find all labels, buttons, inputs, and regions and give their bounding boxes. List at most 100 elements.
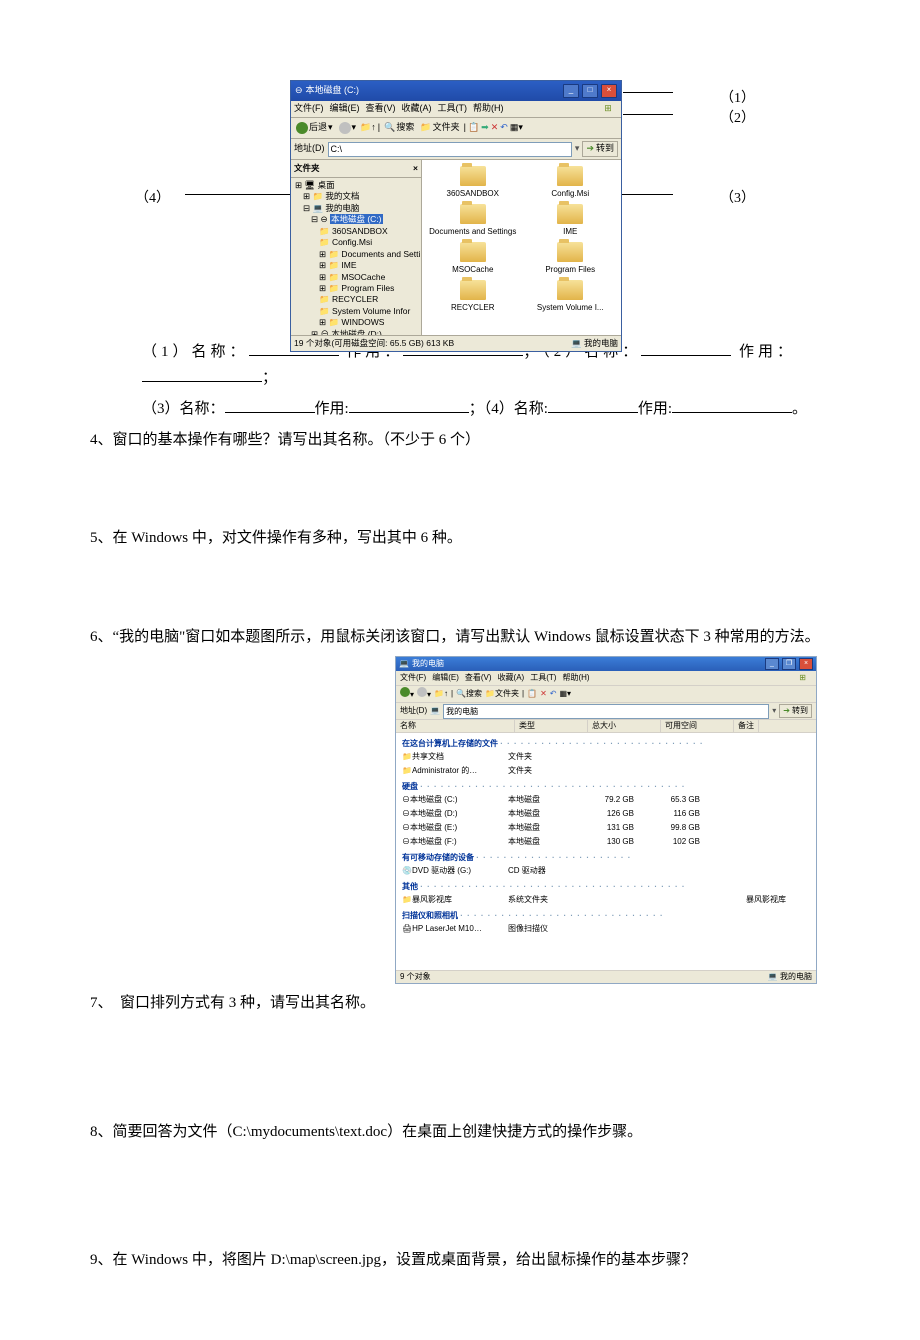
folders-panel: 文件夹 × ⊞ 🖥 桌面⊞ 📁 我的文档⊟ 💻 我的电脑⊟ ⊖ 本地磁盘 (C:… (291, 160, 422, 335)
f2-up-icon[interactable]: 📁↑ (434, 688, 448, 700)
f2-menu-edit[interactable]: 编辑(E) (432, 672, 459, 684)
f2-status-left: 9 个对象 (400, 971, 431, 983)
tree-node[interactable]: ⊟ 💻 我的电脑 (295, 203, 419, 214)
f2-search[interactable]: 🔍搜索 (456, 688, 482, 700)
go-button[interactable]: ➔转到 (582, 141, 618, 157)
tree-node[interactable]: 📁 Config.Msi (295, 237, 419, 248)
f2-logo-icon: ⊞ (793, 672, 812, 684)
menu-fav[interactable]: 收藏(A) (402, 102, 432, 116)
folders-panel-close[interactable]: × (413, 162, 418, 175)
f2-menu-help[interactable]: 帮助(H) (562, 672, 589, 684)
tree-node[interactable]: ⊞ 📁 Documents and Setti (295, 249, 419, 260)
folders-button[interactable]: 📁文件夹 (418, 121, 461, 135)
list-item[interactable]: 📁暴风影视库系统文件夹暴风影视库 (402, 893, 810, 907)
tree-node[interactable]: 📁 360SANDBOX (295, 226, 419, 237)
f2-columns: 名称 类型 总大小 可用空间 备注 (396, 720, 816, 733)
maximize-button[interactable]: □ (582, 84, 598, 98)
tree-node[interactable]: ⊞ 📁 我的文档 (295, 191, 419, 202)
col-name[interactable]: 名称 (396, 720, 515, 732)
callout-1: （1） (720, 88, 755, 109)
list-item[interactable]: ⊖本地磁盘 (E:)本地磁盘131 GB99.8 GB (402, 821, 810, 835)
menu-tools[interactable]: 工具(T) (438, 102, 468, 116)
question-6: 6、“我的电脑"窗口如本题图所示，用鼠标关闭该窗口，请写出默认 Windows … (90, 626, 830, 649)
close-button[interactable]: × (601, 84, 617, 98)
f2-back[interactable]: ▾ (400, 687, 414, 701)
up-icon[interactable]: 📁↑ (360, 121, 376, 135)
menu-file[interactable]: 文件(F) (294, 102, 324, 116)
status-right: 💻 我的电脑 (571, 337, 618, 350)
folder-item[interactable]: IME (524, 204, 618, 238)
f2-menu-fav[interactable]: 收藏(A) (498, 672, 525, 684)
f2-copy-icon[interactable]: 📋 (527, 688, 537, 700)
tree-node[interactable]: ⊞ ⊖ 本地磁盘 (D:) (295, 329, 419, 335)
tree-node[interactable]: ⊞ 🖥 桌面 (295, 180, 419, 191)
f2-minimize[interactable]: _ (765, 658, 779, 670)
question-4: 4、窗口的基本操作有哪些？请写出其名称。（不少于 6 个） (90, 429, 830, 452)
tree-node[interactable]: ⊟ ⊖ 本地磁盘 (C:) (295, 214, 419, 225)
col-free[interactable]: 可用空间 (661, 720, 734, 732)
search-button[interactable]: 🔍搜索 (382, 121, 416, 135)
f2-folders[interactable]: 📁文件夹 (485, 688, 519, 700)
f2-fwd[interactable]: ▾ (417, 687, 431, 701)
f2-undo-icon[interactable]: ↶ (550, 688, 557, 700)
f2-restore[interactable]: ❐ (782, 658, 796, 670)
col-type[interactable]: 类型 (515, 720, 588, 732)
f2-menu-tools[interactable]: 工具(T) (530, 672, 556, 684)
tree-node[interactable]: 📁 System Volume Infor (295, 306, 419, 317)
question-5: 5、在 Windows 中，对文件操作有多种，写出其中 6 种。 (90, 527, 830, 550)
tree-node[interactable]: ⊞ 📁 Program Files (295, 283, 419, 294)
list-item[interactable]: 🖨HP LaserJet M10…图像扫描仪 (402, 922, 810, 936)
back-button[interactable]: 后退 ▾ (294, 121, 335, 135)
f2-delete-icon[interactable]: ✕ (540, 688, 547, 700)
address-label: 地址(D) (294, 142, 325, 156)
tree-node[interactable]: ⊞ 📁 WINDOWS (295, 317, 419, 328)
menu-help[interactable]: 帮助(H) (473, 102, 504, 116)
computer-icon-small: 💻 (430, 705, 440, 717)
folder-item[interactable]: RECYCLER (426, 280, 520, 314)
copy-icon[interactable]: 📋 (468, 121, 479, 135)
f2-addr-label: 地址(D) (400, 705, 427, 717)
minimize-button[interactable]: _ (563, 84, 579, 98)
menu-view[interactable]: 查看(V) (366, 102, 396, 116)
f2-menu-file[interactable]: 文件(F) (400, 672, 426, 684)
folder-item[interactable]: Program Files (524, 242, 618, 276)
tree-node[interactable]: ⊞ 📁 IME (295, 260, 419, 271)
list-item[interactable]: 📁Administrator 的…文件夹 (402, 764, 810, 778)
title-bar[interactable]: ⊖ 本地磁盘 (C:) _ □ × (291, 81, 621, 101)
list-item[interactable]: ⊖本地磁盘 (D:)本地磁盘126 GB116 GB (402, 807, 810, 821)
f2-title-bar[interactable]: 💻 我的电脑 _ ❐ × (396, 657, 816, 671)
views-icon[interactable]: ▦▾ (510, 121, 523, 135)
folder-item[interactable]: System Volume I... (524, 280, 618, 314)
f2-views-icon[interactable]: ▦▾ (559, 688, 571, 700)
list-item[interactable]: ⊖本地磁盘 (F:)本地磁盘130 GB102 GB (402, 835, 810, 849)
list-item[interactable]: ⊖本地磁盘 (C:)本地磁盘79.2 GB65.3 GB (402, 793, 810, 807)
list-item[interactable]: 📁共享文档文件夹 (402, 750, 810, 764)
folder-item[interactable]: Config.Msi (524, 166, 618, 200)
question-fill-1b: ； (90, 366, 830, 390)
folder-item[interactable]: MSOCache (426, 242, 520, 276)
address-bar: 地址(D) ▾ ➔转到 (291, 139, 621, 160)
col-note[interactable]: 备注 (734, 720, 759, 732)
address-input[interactable] (328, 142, 572, 157)
figure-2: 💻 我的电脑 _ ❐ × 文件(F) 编辑(E) 查看(V) 收藏(A) 工具(… (395, 656, 817, 984)
folder-item[interactable]: 360SANDBOX (426, 166, 520, 200)
f2-go-button[interactable]: ➔转到 (779, 704, 812, 718)
move-icon[interactable]: ➡ (481, 121, 489, 135)
f2-toolbar: ▾ ▾ 📁↑ | 🔍搜索 📁文件夹 | 📋 ✕ ↶ ▦▾ (396, 686, 816, 703)
sec-removable: 有可移动存储的设备 (402, 853, 474, 862)
f2-address-input[interactable] (443, 704, 769, 719)
col-size[interactable]: 总大小 (588, 720, 661, 732)
sec-other: 其他 (402, 882, 418, 891)
folder-item[interactable]: Documents and Settings (426, 204, 520, 238)
f2-menu-view[interactable]: 查看(V) (465, 672, 492, 684)
menu-edit[interactable]: 编辑(E) (330, 102, 360, 116)
forward-button[interactable]: ▾ (337, 121, 359, 135)
tree-node[interactable]: 📁 RECYCLER (295, 294, 419, 305)
undo-icon[interactable]: ↶ (500, 121, 508, 135)
delete-icon[interactable]: ✕ (491, 121, 499, 135)
file-list[interactable]: 360SANDBOXConfig.MsiDocuments and Settin… (422, 160, 621, 335)
sec-scanner: 扫描仪和照相机 (402, 911, 458, 920)
tree-node[interactable]: ⊞ 📁 MSOCache (295, 272, 419, 283)
list-item[interactable]: 💿DVD 驱动器 (G:)CD 驱动器 (402, 864, 810, 878)
f2-close[interactable]: × (799, 658, 813, 670)
